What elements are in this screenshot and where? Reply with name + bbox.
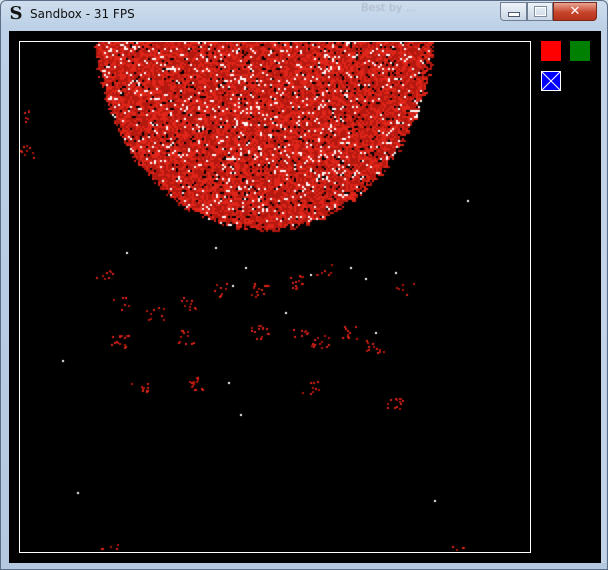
window-title: Sandbox - 31 FPS <box>30 7 135 21</box>
title-bar[interactable]: S Sandbox - 31 FPS Best by ... ✕ <box>1 1 607 29</box>
maximize-icon <box>534 7 546 16</box>
minimize-icon <box>507 12 520 17</box>
maximize-button[interactable] <box>527 2 553 21</box>
sandbox-window: S Sandbox - 31 FPS Best by ... ✕ <box>0 0 608 570</box>
close-button[interactable]: ✕ <box>553 2 597 21</box>
client-area <box>9 31 601 563</box>
minimize-button[interactable] <box>500 2 527 21</box>
window-right-edge <box>601 31 606 563</box>
red-material-swatch[interactable] <box>541 41 561 61</box>
sandbox-canvas[interactable] <box>20 42 530 552</box>
sandbox-canvas-frame[interactable] <box>19 41 531 553</box>
eraser-swatch[interactable] <box>541 71 561 91</box>
eraser-x-icon <box>542 72 560 90</box>
background-window-text: Best by ... <box>361 1 417 14</box>
app-icon[interactable]: S <box>7 5 25 23</box>
green-material-swatch[interactable] <box>570 41 590 61</box>
close-icon: ✕ <box>569 4 581 19</box>
